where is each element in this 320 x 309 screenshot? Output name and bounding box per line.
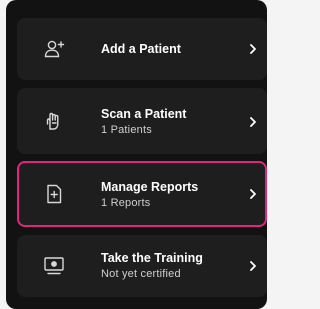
scan-patient-subtitle: 1 Patients [101, 124, 152, 136]
chevron-right-icon [248, 188, 258, 200]
manage-reports-title: Manage Reports [101, 180, 199, 194]
take-training-title: Take the Training [101, 251, 203, 265]
manage-reports-card[interactable]: Manage Reports 1 Reports [17, 161, 267, 227]
menu-panel: Add a Patient Scan a Patient 1 Patients [6, 0, 267, 309]
chevron-right-icon [248, 116, 258, 128]
add-patient-title: Add a Patient [101, 42, 181, 56]
document-plus-icon [43, 183, 65, 205]
take-training-card[interactable]: Take the Training Not yet certified [17, 235, 267, 297]
hand-scan-icon [43, 110, 65, 132]
manage-reports-subtitle: 1 Reports [101, 197, 151, 209]
add-patient-card[interactable]: Add a Patient [17, 18, 267, 80]
add-user-icon [43, 38, 65, 60]
scan-patient-card[interactable]: Scan a Patient 1 Patients [17, 88, 267, 154]
monitor-icon [43, 255, 65, 277]
take-training-subtitle: Not yet certified [101, 268, 181, 280]
chevron-right-icon [248, 43, 258, 55]
chevron-right-icon [248, 260, 258, 272]
scan-patient-title: Scan a Patient [101, 107, 187, 121]
